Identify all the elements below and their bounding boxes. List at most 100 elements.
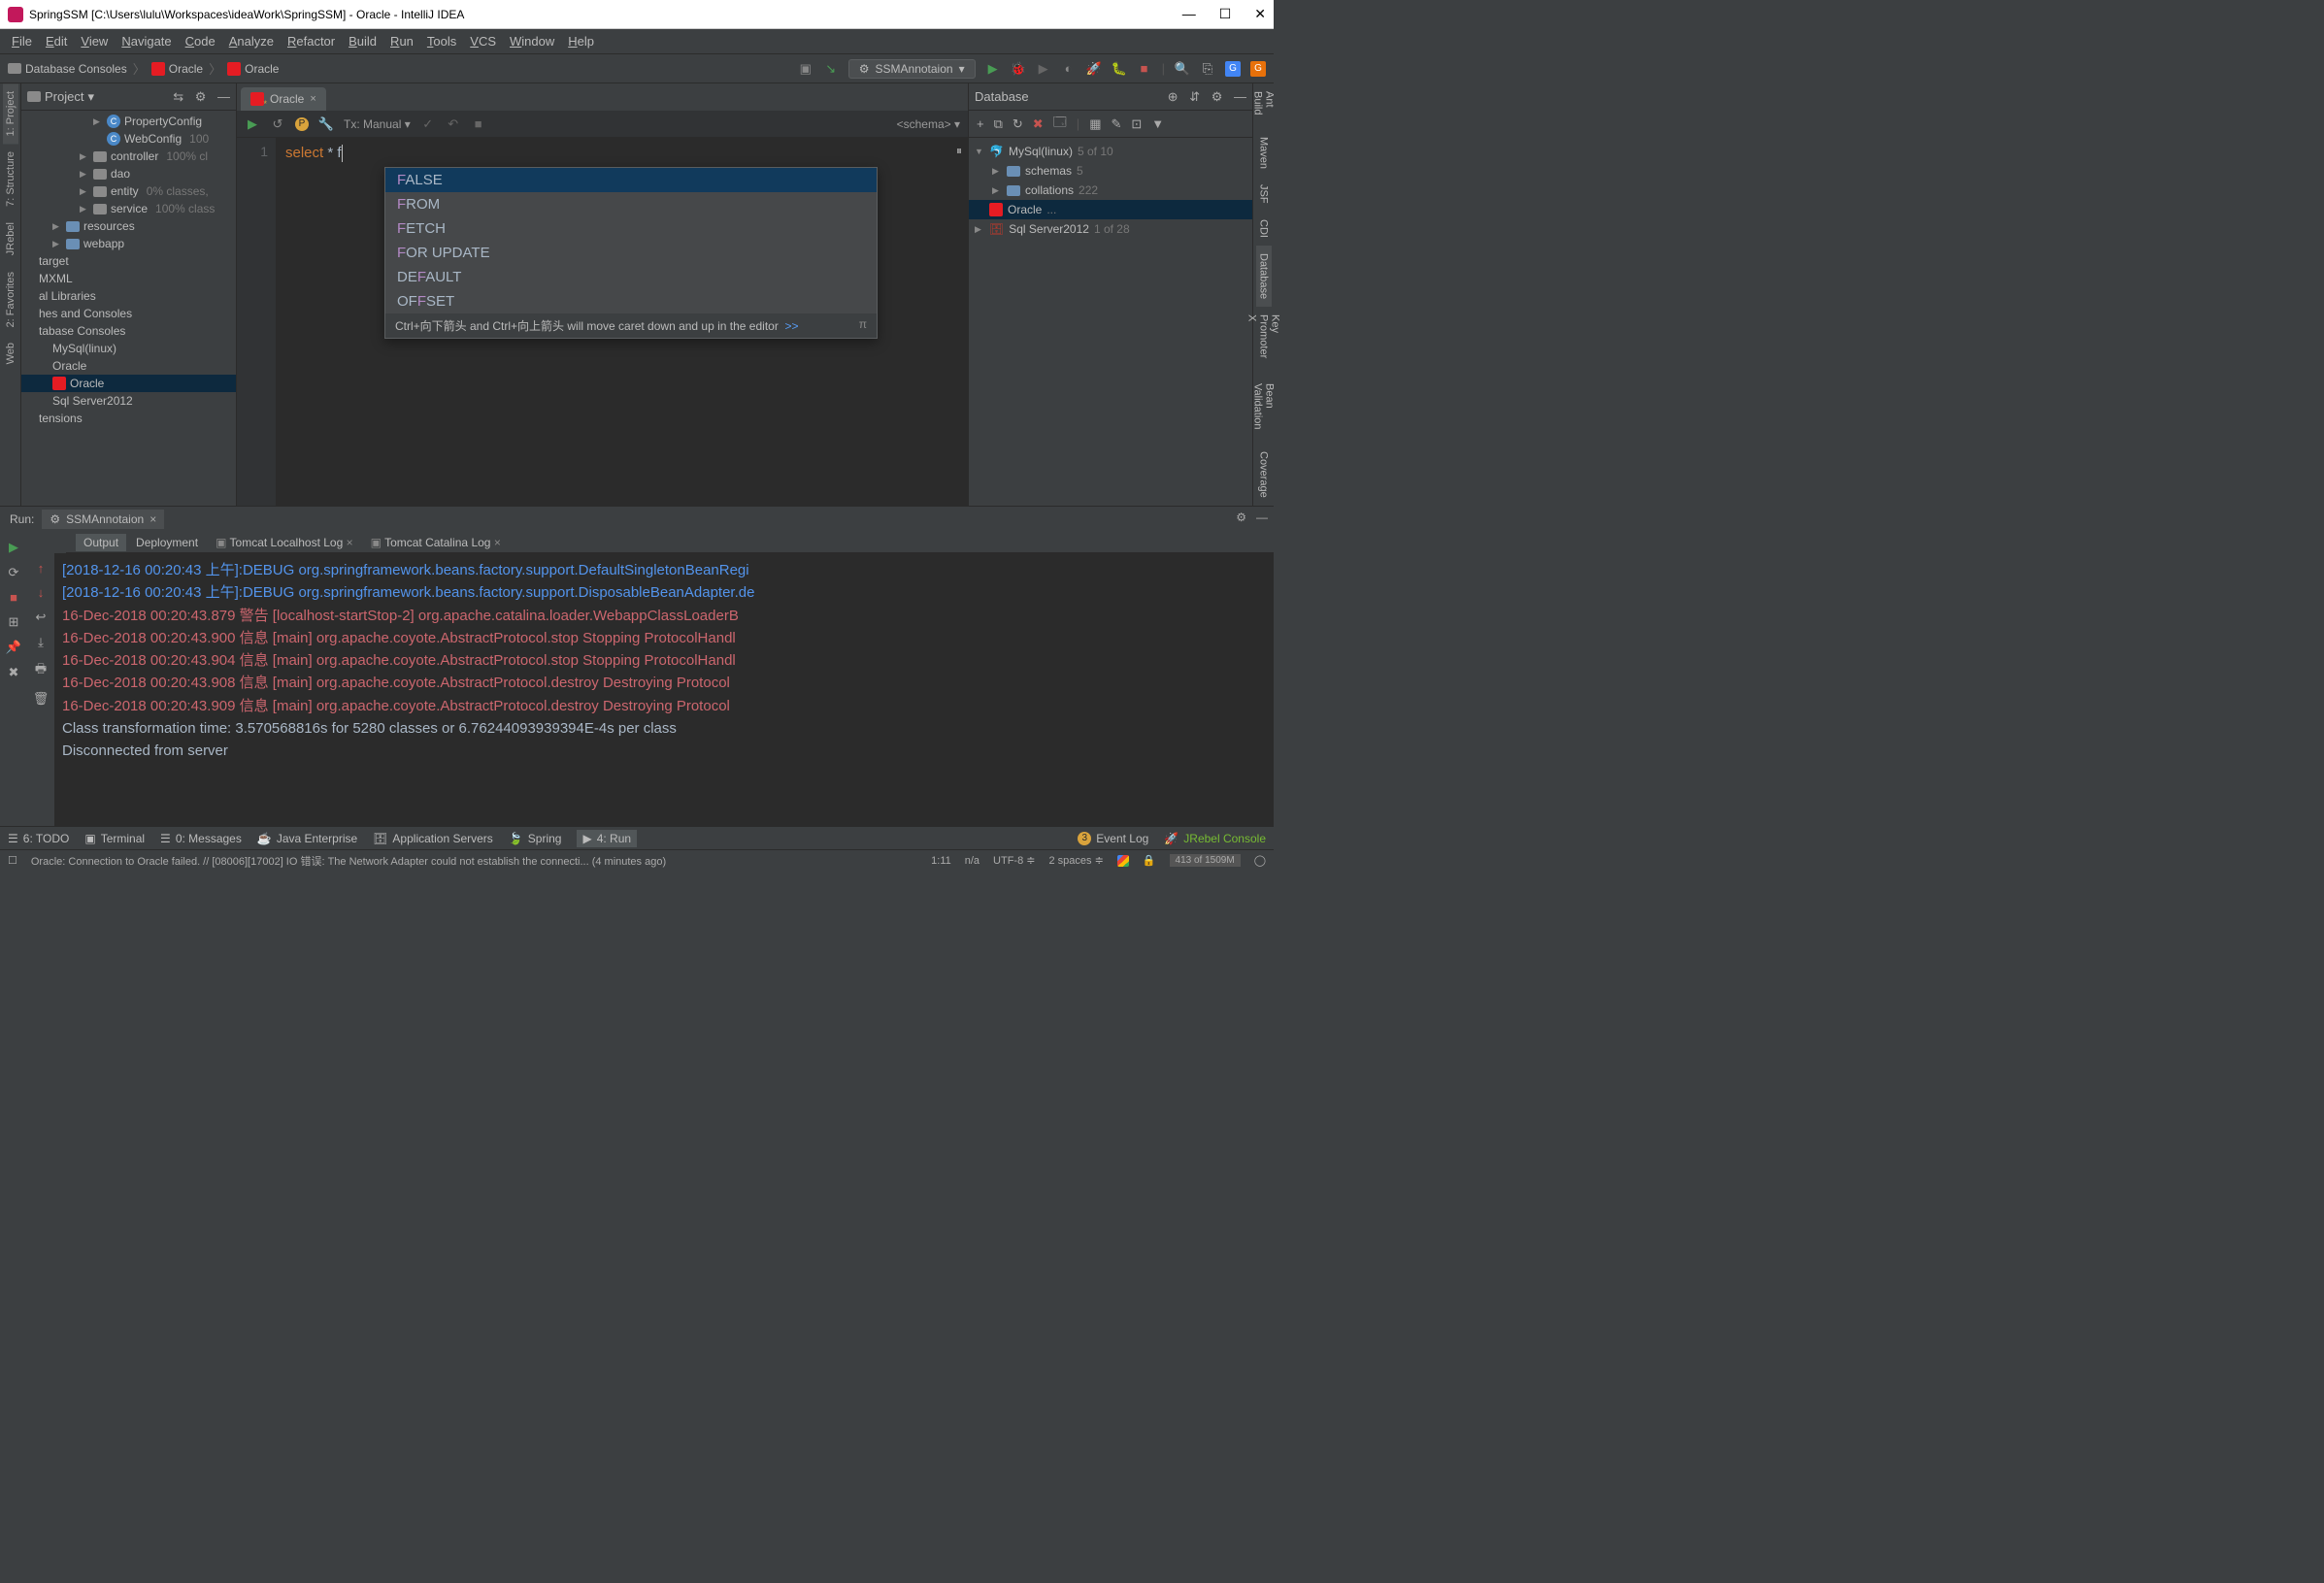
caret-pos[interactable]: 1:11 bbox=[931, 855, 951, 867]
notif-icon[interactable]: ◯ bbox=[1254, 854, 1266, 867]
param-icon[interactable]: P bbox=[295, 117, 309, 131]
execute-icon[interactable]: ▶ bbox=[245, 116, 260, 132]
encoding[interactable]: UTF-8 ≑ bbox=[993, 854, 1035, 867]
down-icon[interactable]: ↓ bbox=[38, 585, 45, 600]
google-icon[interactable]: G bbox=[1250, 61, 1266, 77]
debug-button[interactable]: 🐞 bbox=[1011, 61, 1026, 77]
menu-refactor[interactable]: Refactor bbox=[282, 31, 341, 51]
hide-icon[interactable]: — bbox=[217, 89, 230, 104]
lock-icon[interactable]: 🔒 bbox=[1143, 854, 1156, 867]
right-tab-coverage[interactable]: Coverage bbox=[1256, 444, 1272, 506]
menu-edit[interactable]: Edit bbox=[40, 31, 73, 51]
run-config-tab[interactable]: ⚙ SSMAnnotaion × bbox=[42, 510, 164, 529]
tree-item[interactable]: MXML bbox=[21, 270, 236, 287]
hide-db-icon[interactable]: — bbox=[1234, 89, 1246, 104]
crumb-2[interactable]: Oracle bbox=[227, 62, 279, 76]
tree-item[interactable]: target bbox=[21, 252, 236, 270]
tree-item[interactable]: MySql(linux) bbox=[21, 340, 236, 357]
completion-item[interactable]: FALSE bbox=[385, 168, 877, 192]
tab-terminal[interactable]: ▣ Terminal bbox=[84, 832, 145, 845]
filter-icon[interactable]: ▼ bbox=[1151, 116, 1164, 131]
right-tab-bean-validation[interactable]: Bean Validation bbox=[1250, 376, 1278, 444]
indent[interactable]: 2 spaces ≑ bbox=[1049, 854, 1104, 867]
pin-icon[interactable]: 📌 bbox=[6, 640, 21, 655]
left-tab-2--favorites[interactable]: 2: Favorites bbox=[3, 264, 18, 335]
exit-icon[interactable]: ✖ bbox=[9, 665, 19, 680]
tree-item[interactable]: ▶resources bbox=[21, 217, 236, 235]
left-tab-7--structure[interactable]: 7: Structure bbox=[3, 144, 18, 214]
console-icon[interactable]: ⊡ bbox=[1131, 116, 1142, 132]
run-subtab-deployment[interactable]: Deployment bbox=[128, 534, 206, 551]
memory-indicator[interactable]: 413 of 1509M bbox=[1170, 854, 1241, 867]
jrebel-run-icon[interactable]: 🚀 bbox=[1086, 61, 1102, 77]
settings-icon[interactable]: ⚙ bbox=[195, 89, 207, 104]
wrap-icon[interactable]: ↩ bbox=[36, 610, 47, 625]
completion-item[interactable]: FETCH bbox=[385, 216, 877, 241]
tree-item[interactable]: ▶entity0% classes, bbox=[21, 182, 236, 200]
print-icon[interactable]: 🖶 bbox=[35, 660, 47, 681]
left-tab-jrebel[interactable]: JRebel bbox=[3, 214, 18, 263]
tree-item[interactable]: hes and Consoles bbox=[21, 305, 236, 322]
right-tab-key-promoter-x[interactable]: Key Promoter X bbox=[1245, 307, 1283, 376]
tx-mode[interactable]: Tx: Manual ▾ bbox=[344, 117, 411, 131]
run-config-select[interactable]: ⚙ SSMAnnotaion ▾ bbox=[848, 59, 976, 79]
completion-item[interactable]: FOR UPDATE bbox=[385, 241, 877, 265]
crumb-1[interactable]: Oracle bbox=[151, 62, 203, 76]
minimize-button[interactable]: — bbox=[1182, 6, 1196, 22]
right-tab-ant-build[interactable]: Ant Build bbox=[1250, 83, 1278, 129]
menu-navigate[interactable]: Navigate bbox=[116, 31, 177, 51]
tree-item[interactable]: ▶service100% class bbox=[21, 200, 236, 217]
na[interactable]: n/a bbox=[965, 855, 979, 867]
copy-icon[interactable]: ⧉ bbox=[994, 116, 1003, 132]
commit-icon[interactable]: ✓ bbox=[420, 116, 436, 132]
schema-select[interactable]: <schema> ▾ bbox=[897, 117, 960, 131]
target-icon[interactable]: ⊕ bbox=[1168, 89, 1179, 104]
tree-item[interactable]: Oracle bbox=[21, 375, 236, 392]
completion-item[interactable]: DEFAULT bbox=[385, 265, 877, 289]
completion-item[interactable]: FROM bbox=[385, 192, 877, 216]
crumb-root[interactable]: Database Consoles bbox=[8, 62, 127, 76]
history-icon[interactable]: ↺ bbox=[270, 116, 285, 132]
completion-item[interactable]: OFFSET bbox=[385, 289, 877, 313]
edit-icon[interactable]: ✎ bbox=[1111, 116, 1121, 132]
tab-spring[interactable]: 🍃 Spring bbox=[509, 832, 562, 845]
add-icon[interactable]: + bbox=[977, 116, 984, 131]
menu-run[interactable]: Run bbox=[384, 31, 419, 51]
tree-item[interactable]: ▶dao bbox=[21, 165, 236, 182]
stop-icon[interactable]: ✖ bbox=[1033, 116, 1044, 132]
tab-todo[interactable]: ☰ 6: TODO bbox=[8, 832, 69, 845]
tree-item[interactable]: tensions bbox=[21, 410, 236, 427]
menu-window[interactable]: Window bbox=[504, 31, 560, 51]
refresh-icon[interactable]: ↻ bbox=[1013, 116, 1023, 132]
gear-icon[interactable]: ⚙ bbox=[1212, 89, 1223, 104]
run-hide-icon[interactable]: — bbox=[1256, 511, 1268, 524]
menu-tools[interactable]: Tools bbox=[421, 31, 462, 51]
stop-query-icon[interactable]: ■ bbox=[471, 116, 486, 132]
right-tab-jsf[interactable]: JSF bbox=[1256, 177, 1272, 212]
hint-link[interactable]: >> bbox=[785, 319, 799, 333]
split-icon[interactable]: ⇵ bbox=[1189, 89, 1200, 104]
tab-messages[interactable]: ☰ 0: Messages bbox=[160, 832, 242, 845]
console-output[interactable]: [2018-12-16 00:20:43 上午]:DEBUG org.sprin… bbox=[54, 553, 1274, 826]
tab-app-servers[interactable]: 🗄 Application Servers bbox=[373, 832, 493, 845]
menu-help[interactable]: Help bbox=[562, 31, 600, 51]
vcs-icon[interactable]: ⎘ bbox=[1200, 61, 1215, 77]
menu-file[interactable]: File bbox=[6, 31, 38, 51]
scroll-icon[interactable]: ⤓ bbox=[38, 635, 44, 650]
tree-item[interactable]: ▶webapp bbox=[21, 235, 236, 252]
run-subtab-tomcat-catalina-log[interactable]: ▣ Tomcat Catalina Log × bbox=[363, 534, 509, 551]
coverage-icon[interactable]: ▶ bbox=[1036, 61, 1051, 77]
run-stop-icon[interactable]: ■ bbox=[10, 590, 17, 605]
left-tab-web[interactable]: Web bbox=[3, 335, 18, 372]
right-tab-cdi[interactable]: CDI bbox=[1256, 212, 1272, 246]
wrench-icon[interactable]: 🔧 bbox=[318, 116, 334, 132]
tab-jrebel[interactable]: 🚀 JRebel Console bbox=[1164, 832, 1266, 845]
rerun-icon[interactable]: ▶ bbox=[9, 540, 18, 555]
run-button[interactable]: ▶ bbox=[985, 61, 1001, 77]
db-item[interactable]: ▼🐬MySql(linux)5 of 10 bbox=[969, 142, 1252, 161]
stop-button[interactable]: ■ bbox=[1137, 61, 1152, 77]
tab-event-log[interactable]: 3 Event Log bbox=[1078, 832, 1148, 845]
menu-analyze[interactable]: Analyze bbox=[223, 31, 280, 51]
run-subtab-output[interactable]: Output bbox=[76, 534, 126, 551]
rebuild-icon[interactable]: ⟳ bbox=[9, 565, 19, 580]
